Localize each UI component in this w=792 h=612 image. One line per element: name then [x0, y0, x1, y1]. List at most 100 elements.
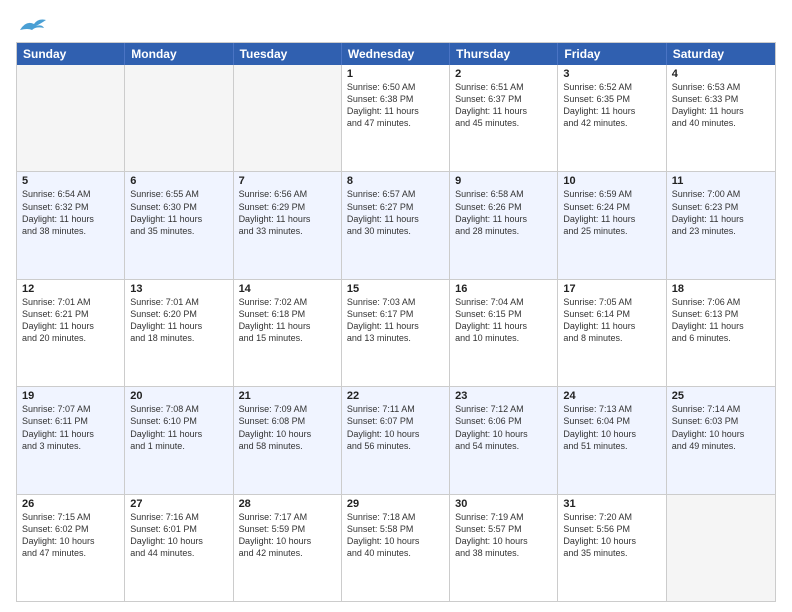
calendar-row-0: 1Sunrise: 6:50 AM Sunset: 6:38 PM Daylig…	[17, 65, 775, 171]
empty-cell	[234, 65, 342, 171]
day-cell-26: 26Sunrise: 7:15 AM Sunset: 6:02 PM Dayli…	[17, 495, 125, 601]
day-info: Sunrise: 7:12 AM Sunset: 6:06 PM Dayligh…	[455, 403, 552, 452]
day-info: Sunrise: 7:00 AM Sunset: 6:23 PM Dayligh…	[672, 188, 770, 237]
day-info: Sunrise: 6:56 AM Sunset: 6:29 PM Dayligh…	[239, 188, 336, 237]
day-number: 2	[455, 68, 552, 80]
day-info: Sunrise: 6:52 AM Sunset: 6:35 PM Dayligh…	[563, 81, 660, 130]
day-info: Sunrise: 7:07 AM Sunset: 6:11 PM Dayligh…	[22, 403, 119, 452]
weekday-header-wednesday: Wednesday	[342, 43, 450, 65]
day-info: Sunrise: 7:20 AM Sunset: 5:56 PM Dayligh…	[563, 511, 660, 560]
day-cell-7: 7Sunrise: 6:56 AM Sunset: 6:29 PM Daylig…	[234, 172, 342, 278]
day-info: Sunrise: 7:17 AM Sunset: 5:59 PM Dayligh…	[239, 511, 336, 560]
day-info: Sunrise: 7:06 AM Sunset: 6:13 PM Dayligh…	[672, 296, 770, 345]
day-number: 18	[672, 283, 770, 295]
day-info: Sunrise: 7:14 AM Sunset: 6:03 PM Dayligh…	[672, 403, 770, 452]
calendar-row-4: 26Sunrise: 7:15 AM Sunset: 6:02 PM Dayli…	[17, 494, 775, 601]
day-number: 6	[130, 175, 227, 187]
day-number: 10	[563, 175, 660, 187]
day-info: Sunrise: 7:05 AM Sunset: 6:14 PM Dayligh…	[563, 296, 660, 345]
empty-cell	[667, 495, 775, 601]
calendar-row-1: 5Sunrise: 6:54 AM Sunset: 6:32 PM Daylig…	[17, 171, 775, 278]
logo	[16, 16, 48, 34]
day-number: 17	[563, 283, 660, 295]
day-info: Sunrise: 7:18 AM Sunset: 5:58 PM Dayligh…	[347, 511, 444, 560]
day-info: Sunrise: 7:01 AM Sunset: 6:21 PM Dayligh…	[22, 296, 119, 345]
day-cell-28: 28Sunrise: 7:17 AM Sunset: 5:59 PM Dayli…	[234, 495, 342, 601]
day-info: Sunrise: 7:02 AM Sunset: 6:18 PM Dayligh…	[239, 296, 336, 345]
day-number: 22	[347, 390, 444, 402]
weekday-header-monday: Monday	[125, 43, 233, 65]
day-number: 23	[455, 390, 552, 402]
day-number: 11	[672, 175, 770, 187]
day-number: 21	[239, 390, 336, 402]
day-info: Sunrise: 6:55 AM Sunset: 6:30 PM Dayligh…	[130, 188, 227, 237]
day-number: 13	[130, 283, 227, 295]
day-number: 12	[22, 283, 119, 295]
day-cell-10: 10Sunrise: 6:59 AM Sunset: 6:24 PM Dayli…	[558, 172, 666, 278]
calendar-row-3: 19Sunrise: 7:07 AM Sunset: 6:11 PM Dayli…	[17, 386, 775, 493]
day-number: 26	[22, 498, 119, 510]
day-cell-31: 31Sunrise: 7:20 AM Sunset: 5:56 PM Dayli…	[558, 495, 666, 601]
day-cell-8: 8Sunrise: 6:57 AM Sunset: 6:27 PM Daylig…	[342, 172, 450, 278]
day-cell-5: 5Sunrise: 6:54 AM Sunset: 6:32 PM Daylig…	[17, 172, 125, 278]
day-info: Sunrise: 7:16 AM Sunset: 6:01 PM Dayligh…	[130, 511, 227, 560]
day-info: Sunrise: 7:01 AM Sunset: 6:20 PM Dayligh…	[130, 296, 227, 345]
day-cell-1: 1Sunrise: 6:50 AM Sunset: 6:38 PM Daylig…	[342, 65, 450, 171]
day-cell-18: 18Sunrise: 7:06 AM Sunset: 6:13 PM Dayli…	[667, 280, 775, 386]
day-cell-4: 4Sunrise: 6:53 AM Sunset: 6:33 PM Daylig…	[667, 65, 775, 171]
calendar-row-2: 12Sunrise: 7:01 AM Sunset: 6:21 PM Dayli…	[17, 279, 775, 386]
page: SundayMondayTuesdayWednesdayThursdayFrid…	[0, 0, 792, 612]
day-number: 28	[239, 498, 336, 510]
calendar: SundayMondayTuesdayWednesdayThursdayFrid…	[16, 42, 776, 602]
day-cell-14: 14Sunrise: 7:02 AM Sunset: 6:18 PM Dayli…	[234, 280, 342, 386]
day-number: 8	[347, 175, 444, 187]
calendar-header: SundayMondayTuesdayWednesdayThursdayFrid…	[17, 43, 775, 65]
day-cell-21: 21Sunrise: 7:09 AM Sunset: 6:08 PM Dayli…	[234, 387, 342, 493]
day-number: 20	[130, 390, 227, 402]
day-number: 19	[22, 390, 119, 402]
day-cell-30: 30Sunrise: 7:19 AM Sunset: 5:57 PM Dayli…	[450, 495, 558, 601]
weekday-header-friday: Friday	[558, 43, 666, 65]
day-info: Sunrise: 6:59 AM Sunset: 6:24 PM Dayligh…	[563, 188, 660, 237]
day-number: 31	[563, 498, 660, 510]
day-info: Sunrise: 6:54 AM Sunset: 6:32 PM Dayligh…	[22, 188, 119, 237]
day-cell-20: 20Sunrise: 7:08 AM Sunset: 6:10 PM Dayli…	[125, 387, 233, 493]
day-number: 16	[455, 283, 552, 295]
day-number: 3	[563, 68, 660, 80]
day-cell-17: 17Sunrise: 7:05 AM Sunset: 6:14 PM Dayli…	[558, 280, 666, 386]
logo-bird-icon	[18, 16, 48, 34]
day-cell-23: 23Sunrise: 7:12 AM Sunset: 6:06 PM Dayli…	[450, 387, 558, 493]
day-number: 5	[22, 175, 119, 187]
day-cell-13: 13Sunrise: 7:01 AM Sunset: 6:20 PM Dayli…	[125, 280, 233, 386]
day-info: Sunrise: 7:15 AM Sunset: 6:02 PM Dayligh…	[22, 511, 119, 560]
day-info: Sunrise: 7:03 AM Sunset: 6:17 PM Dayligh…	[347, 296, 444, 345]
day-info: Sunrise: 6:53 AM Sunset: 6:33 PM Dayligh…	[672, 81, 770, 130]
day-cell-2: 2Sunrise: 6:51 AM Sunset: 6:37 PM Daylig…	[450, 65, 558, 171]
weekday-header-thursday: Thursday	[450, 43, 558, 65]
day-cell-25: 25Sunrise: 7:14 AM Sunset: 6:03 PM Dayli…	[667, 387, 775, 493]
day-number: 1	[347, 68, 444, 80]
day-number: 4	[672, 68, 770, 80]
day-cell-12: 12Sunrise: 7:01 AM Sunset: 6:21 PM Dayli…	[17, 280, 125, 386]
weekday-header-tuesday: Tuesday	[234, 43, 342, 65]
day-number: 15	[347, 283, 444, 295]
day-number: 14	[239, 283, 336, 295]
day-info: Sunrise: 7:04 AM Sunset: 6:15 PM Dayligh…	[455, 296, 552, 345]
weekday-header-saturday: Saturday	[667, 43, 775, 65]
calendar-body: 1Sunrise: 6:50 AM Sunset: 6:38 PM Daylig…	[17, 65, 775, 601]
day-cell-24: 24Sunrise: 7:13 AM Sunset: 6:04 PM Dayli…	[558, 387, 666, 493]
day-number: 27	[130, 498, 227, 510]
day-info: Sunrise: 6:58 AM Sunset: 6:26 PM Dayligh…	[455, 188, 552, 237]
day-number: 30	[455, 498, 552, 510]
empty-cell	[125, 65, 233, 171]
day-number: 25	[672, 390, 770, 402]
header	[16, 16, 776, 34]
day-info: Sunrise: 7:13 AM Sunset: 6:04 PM Dayligh…	[563, 403, 660, 452]
day-cell-16: 16Sunrise: 7:04 AM Sunset: 6:15 PM Dayli…	[450, 280, 558, 386]
day-info: Sunrise: 7:11 AM Sunset: 6:07 PM Dayligh…	[347, 403, 444, 452]
day-cell-27: 27Sunrise: 7:16 AM Sunset: 6:01 PM Dayli…	[125, 495, 233, 601]
day-info: Sunrise: 7:09 AM Sunset: 6:08 PM Dayligh…	[239, 403, 336, 452]
day-info: Sunrise: 6:50 AM Sunset: 6:38 PM Dayligh…	[347, 81, 444, 130]
day-info: Sunrise: 7:08 AM Sunset: 6:10 PM Dayligh…	[130, 403, 227, 452]
day-info: Sunrise: 6:51 AM Sunset: 6:37 PM Dayligh…	[455, 81, 552, 130]
